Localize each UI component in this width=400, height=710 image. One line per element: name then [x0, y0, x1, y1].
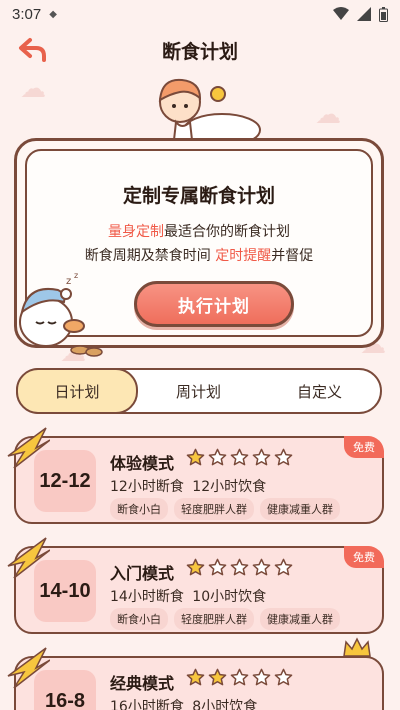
card-description-line-2: 断食周期及禁食时间 定时提醒并督促	[27, 245, 371, 265]
plan-card-trial[interactable]: 免费 12-12 体验模式 12小时断食 12小时饮食 断食小白 轻度肥胖人群 …	[7, 427, 384, 524]
free-badge: 免费	[344, 436, 384, 458]
star-filled-icon	[186, 668, 205, 686]
plan-name: 体验模式	[110, 454, 175, 473]
eating-hours: 10小时饮食	[192, 589, 267, 605]
card-text: 最适合你的断食计划	[164, 224, 290, 240]
character-illustration	[158, 78, 261, 147]
svg-text:z: z	[66, 276, 71, 287]
header: 断食计划	[0, 28, 400, 72]
star-empty-icon	[208, 558, 227, 576]
tab-weekly-plan[interactable]: 周计划	[138, 370, 259, 412]
sleeping-mascot-illustration: z z	[19, 271, 103, 357]
signal-icon	[357, 7, 371, 21]
plan-tag: 断食小白	[110, 498, 168, 520]
star-empty-icon	[252, 558, 271, 576]
card-text: 断食周期及禁食时间	[84, 248, 216, 264]
star-empty-icon	[230, 448, 249, 466]
cloud-decoration: ☁	[315, 100, 341, 130]
back-button[interactable]	[16, 34, 50, 66]
plan-tags: 断食小白 轻度肥胖人群 健康减重人群	[110, 608, 340, 630]
star-empty-icon	[230, 668, 249, 686]
battery-icon	[379, 6, 388, 22]
plan-ratio: 12-12	[34, 450, 96, 512]
fasting-hours: 12小时断食	[110, 479, 184, 495]
plan-card-classic[interactable]: 16-8 经典模式 16小时断食 8小时饮食	[7, 637, 384, 710]
tab-custom[interactable]: 自定义	[259, 370, 380, 412]
plan-tag: 轻度肥胖人群	[174, 498, 254, 520]
star-empty-icon	[252, 668, 271, 686]
free-badge: 免费	[344, 546, 384, 568]
plan-card-beginner[interactable]: 免费 14-10 入门模式 14小时断食 10小时饮食 断食小白 轻度肥胖人群 …	[7, 537, 384, 634]
star-empty-icon	[274, 558, 293, 576]
eating-hours: 12小时饮食	[192, 479, 267, 495]
status-bar: 3:07 ◆	[0, 0, 400, 28]
star-filled-icon	[186, 558, 205, 576]
difficulty-stars	[186, 448, 293, 467]
status-icons	[333, 6, 388, 22]
execute-plan-button[interactable]: 执行计划	[134, 281, 294, 327]
star-empty-icon	[274, 668, 293, 686]
plan-description: 14小时断食 10小时饮食	[110, 586, 266, 606]
svg-text:z: z	[74, 271, 78, 280]
plan-tags: 断食小白 轻度肥胖人群 健康减重人群	[110, 498, 340, 520]
plan-tag: 健康减重人群	[260, 498, 340, 520]
star-empty-icon	[274, 448, 293, 466]
eating-hours: 8小时饮食	[192, 699, 258, 710]
plan-tag: 断食小白	[110, 608, 168, 630]
plan-tag: 健康减重人群	[260, 608, 340, 630]
wifi-icon	[333, 7, 349, 20]
plan-name: 入门模式	[110, 564, 175, 583]
card-highlight-text: 量身定制	[108, 224, 164, 240]
tab-daily-plan[interactable]: 日计划	[16, 368, 138, 414]
plan-description: 16小时断食 8小时饮食	[110, 696, 257, 710]
card-text: 并督促	[271, 248, 314, 264]
difficulty-stars	[186, 668, 293, 687]
plan-type-tabs: 日计划 周计划 自定义	[16, 368, 382, 414]
star-empty-icon	[230, 558, 249, 576]
crown-icon	[343, 637, 371, 657]
plan-name: 经典模式	[110, 674, 175, 693]
difficulty-stars	[186, 558, 293, 577]
plan-tag: 轻度肥胖人群	[174, 608, 254, 630]
card-title: 定制专属断食计划	[122, 185, 275, 207]
fasting-hours: 14小时断食	[110, 589, 184, 605]
notification-icon: ◆	[49, 8, 57, 20]
card-description-line-1: 量身定制最适合你的断食计划	[27, 221, 371, 241]
star-empty-icon	[208, 448, 227, 466]
plan-description: 12小时断食 12小时饮食	[110, 476, 266, 496]
cloud-decoration: ☁	[20, 74, 46, 104]
star-filled-icon	[208, 668, 227, 686]
star-filled-icon	[186, 448, 205, 466]
star-empty-icon	[252, 448, 271, 466]
page-title: 断食计划	[161, 40, 238, 63]
plan-ratio: 14-10	[34, 560, 96, 622]
status-time: 3:07	[12, 5, 42, 23]
card-highlight-text: 定时提醒	[215, 248, 272, 264]
back-arrow-icon	[19, 38, 46, 62]
plan-ratio: 16-8	[34, 670, 96, 710]
fasting-hours: 16小时断食	[110, 699, 184, 710]
